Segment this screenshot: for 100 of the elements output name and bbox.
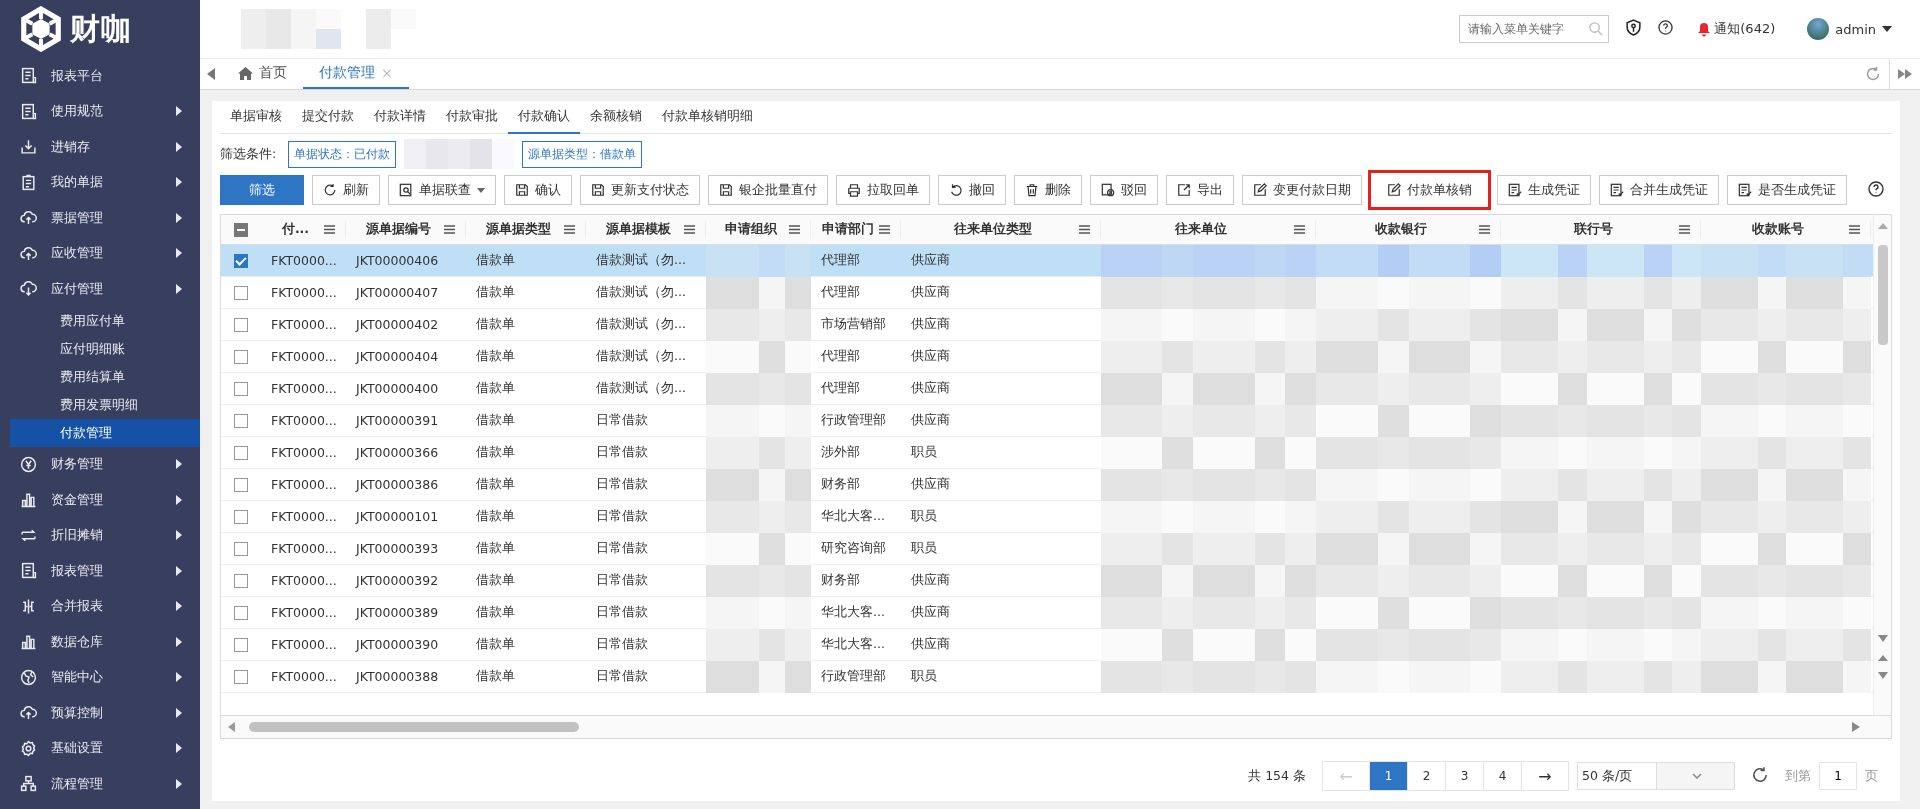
row-checkbox[interactable] — [234, 541, 248, 556]
sidebar-item[interactable]: 预算控制 — [0, 695, 200, 731]
row-checkbox[interactable] — [234, 509, 248, 524]
row-checkbox[interactable] — [234, 285, 248, 300]
cloud-upload-icon — [20, 244, 37, 262]
search-field[interactable]: 请输入菜单关键字 — [1459, 15, 1610, 43]
sidebar-item[interactable]: 我的单据 — [0, 164, 200, 200]
row-checkbox[interactable] — [234, 573, 248, 588]
avatar-icon[interactable] — [1807, 18, 1830, 40]
toolbar-button[interactable]: 拉取回单 — [836, 175, 930, 205]
next-page-button[interactable]: → — [1522, 762, 1568, 790]
sidebar-item[interactable]: 报表平台 — [0, 58, 200, 94]
caret-icon[interactable] — [1882, 26, 1892, 32]
sub-tab[interactable]: 提交付款 — [292, 101, 364, 134]
logo-icon — [18, 6, 64, 52]
sidebar-item[interactable]: 合并报表 — [0, 588, 200, 624]
sidebar-subitem[interactable]: 付款管理 — [10, 418, 200, 447]
toolbar-button[interactable]: 银企批量直付 — [708, 175, 828, 205]
sub-tab[interactable]: 付款详情 — [364, 101, 436, 134]
page-tab[interactable]: 首页 — [222, 59, 303, 89]
menu-icon[interactable] — [1679, 225, 1690, 234]
scroll-left-icon[interactable] — [207, 68, 215, 80]
sidebar-subitem[interactable]: 费用结算单 — [10, 362, 200, 391]
menu-icon[interactable] — [1079, 225, 1090, 234]
row-checkbox[interactable] — [234, 637, 248, 652]
row-checkbox[interactable] — [234, 381, 248, 396]
table-cell-text: 华北大客... — [820, 508, 886, 525]
double-arrow-icon[interactable] — [1898, 69, 1912, 79]
chevron-down-icon — [1692, 773, 1703, 779]
menu-icon[interactable] — [789, 225, 800, 234]
filter-tag[interactable]: 单据状态：已付款 — [288, 140, 397, 168]
floppy-icon — [719, 183, 733, 197]
row-checkbox[interactable] — [234, 349, 248, 364]
notifications-link[interactable]: 通知(642) — [1714, 20, 1776, 38]
sidebar-item[interactable]: 应付管理 — [0, 271, 200, 307]
row-checkbox[interactable] — [234, 445, 248, 460]
toolbar-button[interactable]: 导出 — [1166, 175, 1234, 205]
sidebar-item[interactable]: 使用规范 — [0, 93, 200, 129]
page-button[interactable]: 1 — [1370, 762, 1408, 790]
user-name[interactable]: admin — [1835, 21, 1876, 37]
toolbar-button[interactable]: 付款单核销 — [1368, 170, 1491, 210]
page-tab[interactable]: 付款管理 × — [303, 59, 409, 89]
sidebar-item[interactable]: 流程管理 — [0, 766, 200, 802]
toolbar-button[interactable]: 合并生成凭证 — [1599, 175, 1719, 205]
row-checkbox[interactable] — [234, 477, 248, 492]
sidebar-item[interactable]: 智能中心 — [0, 659, 200, 695]
sidebar-item[interactable]: 票据管理 — [0, 200, 200, 236]
toolbar-button[interactable]: 驳回 — [1090, 175, 1158, 205]
goto-page-field[interactable]: 1 — [1819, 762, 1857, 790]
globe-icon — [20, 668, 37, 686]
toolbar-button[interactable]: 撤回 — [938, 175, 1006, 205]
toolbar-button[interactable]: 单据联查 — [388, 175, 496, 205]
toolbar-button[interactable]: 确认 — [504, 175, 572, 205]
toolbar-button[interactable]: 生成凭证 — [1497, 175, 1591, 205]
row-checkbox[interactable] — [234, 669, 248, 684]
settings-icon — [20, 739, 37, 757]
toolbar-button[interactable]: 更新支付状态 — [580, 175, 700, 205]
sidebar-item[interactable]: 财务管理 — [0, 446, 200, 482]
toolbar-button[interactable]: 删除 — [1014, 175, 1082, 205]
menu-icon[interactable] — [324, 225, 335, 234]
filter-tag[interactable]: 源单据类型：借款单 — [522, 140, 643, 168]
sidebar-subitem[interactable]: 应付明细账 — [10, 334, 200, 363]
menu-icon[interactable] — [1294, 225, 1305, 234]
row-checkbox[interactable] — [234, 317, 248, 332]
sub-tab[interactable]: 余额核销 — [580, 101, 652, 134]
page-button[interactable]: 4 — [1484, 762, 1522, 790]
menu-icon[interactable] — [879, 225, 890, 234]
sub-tab[interactable]: 付款确认 — [508, 101, 580, 134]
menu-icon[interactable] — [684, 225, 695, 234]
sub-tab[interactable]: 付款审批 — [436, 101, 508, 134]
page-size-select[interactable]: 50 条/页 — [1577, 762, 1735, 790]
refresh-icon[interactable] — [1751, 765, 1769, 784]
table-cell-text: 代理部 — [820, 348, 861, 365]
sidebar-item[interactable]: 应收管理 — [0, 235, 200, 271]
page-button[interactable]: 3 — [1446, 762, 1484, 790]
row-checkbox[interactable] — [234, 253, 248, 268]
sub-tab[interactable]: 付款单核销明细 — [652, 101, 763, 134]
toolbar-button[interactable]: 变更付款日期 — [1242, 175, 1362, 205]
select-all-checkbox[interactable] — [234, 222, 248, 237]
menu-icon[interactable] — [564, 225, 575, 234]
sidebar-subitem[interactable]: 费用发票明细 — [10, 390, 200, 419]
sidebar-item[interactable]: 折旧摊销 — [0, 517, 200, 553]
row-checkbox[interactable] — [234, 605, 248, 620]
menu-icon[interactable] — [444, 225, 455, 234]
sidebar-item[interactable]: 数据仓库 — [0, 624, 200, 660]
sidebar-subitem[interactable]: 费用应付单 — [10, 306, 200, 335]
page-button[interactable]: 2 — [1408, 762, 1446, 790]
toolbar-button[interactable]: 筛选 — [220, 175, 304, 205]
menu-icon[interactable] — [1479, 225, 1490, 234]
sidebar-item[interactable]: 报表管理 — [0, 553, 200, 589]
toolbar-button[interactable]: 刷新 — [312, 175, 380, 205]
sidebar-item[interactable]: 资金管理 — [0, 482, 200, 518]
row-checkbox[interactable] — [234, 413, 248, 428]
table-cell-text: 供应商 — [910, 252, 951, 269]
menu-icon[interactable] — [1849, 225, 1860, 234]
table-cell-text: JKT00000402 — [354, 317, 440, 332]
sidebar-item[interactable]: 基础设置 — [0, 730, 200, 766]
toolbar-button[interactable]: 是否生成凭证 — [1727, 175, 1847, 205]
sub-tab[interactable]: 单据审核 — [220, 101, 292, 134]
sidebar-item[interactable]: 进销存 — [0, 129, 200, 165]
